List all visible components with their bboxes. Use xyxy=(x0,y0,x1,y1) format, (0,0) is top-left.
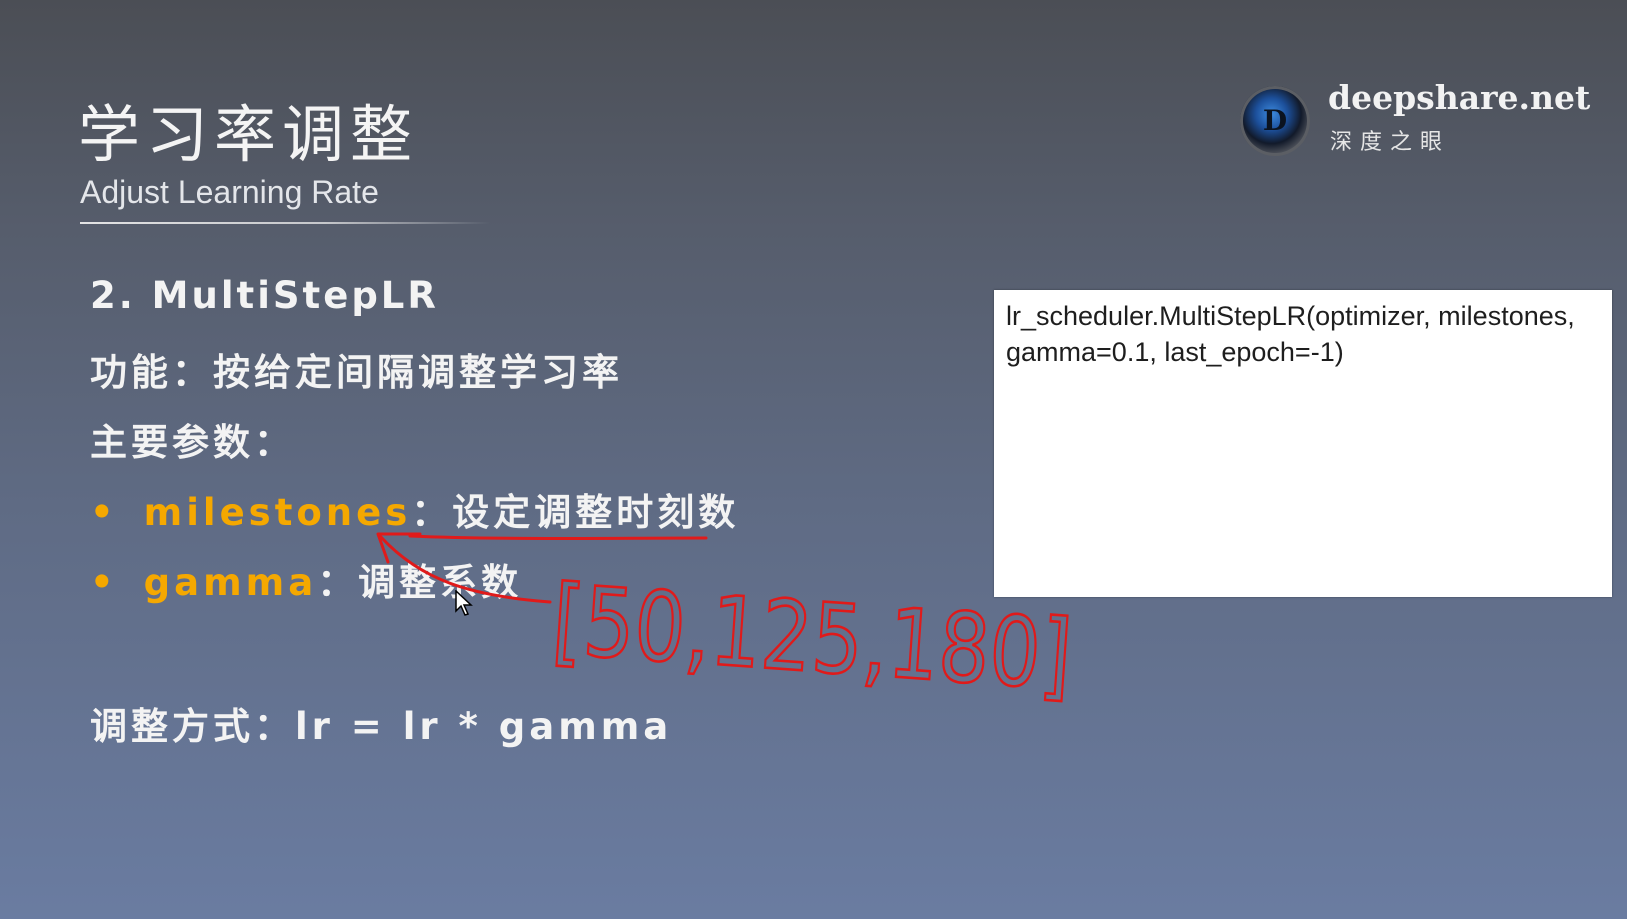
function-line: 功能：按给定间隔调整学习率 xyxy=(90,351,623,394)
params-label: 主要参数： xyxy=(90,421,295,464)
deepshare-logo-icon: D xyxy=(1240,86,1310,156)
mouse-cursor-icon xyxy=(455,590,473,616)
logo-glyph: D xyxy=(1262,104,1288,137)
bullet-icon: • xyxy=(90,491,118,534)
param-name: milestones xyxy=(143,491,412,534)
slide: 学习率调整 Adjust Learning Rate D deepshare.n… xyxy=(0,0,1627,919)
logo-site-name: deepshare.net xyxy=(1328,78,1591,117)
code-signature: lr_scheduler.MultiStepLR(optimizer, mile… xyxy=(1006,301,1575,367)
logo-subtitle: 深度之眼 xyxy=(1330,130,1451,155)
param-desc: ：设定调整时刻数 xyxy=(411,491,740,534)
slide-subtitle: Adjust Learning Rate xyxy=(80,174,379,210)
param-name: gamma xyxy=(143,561,318,604)
param-desc: ：调整系数 xyxy=(317,561,523,604)
annotation-underline xyxy=(408,534,708,540)
title-underline xyxy=(80,222,490,224)
code-box: lr_scheduler.MultiStepLR(optimizer, mile… xyxy=(994,290,1612,597)
param-item-milestones: • milestones：设定调整时刻数 xyxy=(90,482,739,536)
bullet-icon: • xyxy=(90,561,118,604)
adjust-method-line: 调整方式：lr = lr * gamma xyxy=(90,705,673,748)
section-heading: 2. MultiStepLR xyxy=(90,274,439,317)
slide-title: 学习率调整 xyxy=(78,98,419,171)
